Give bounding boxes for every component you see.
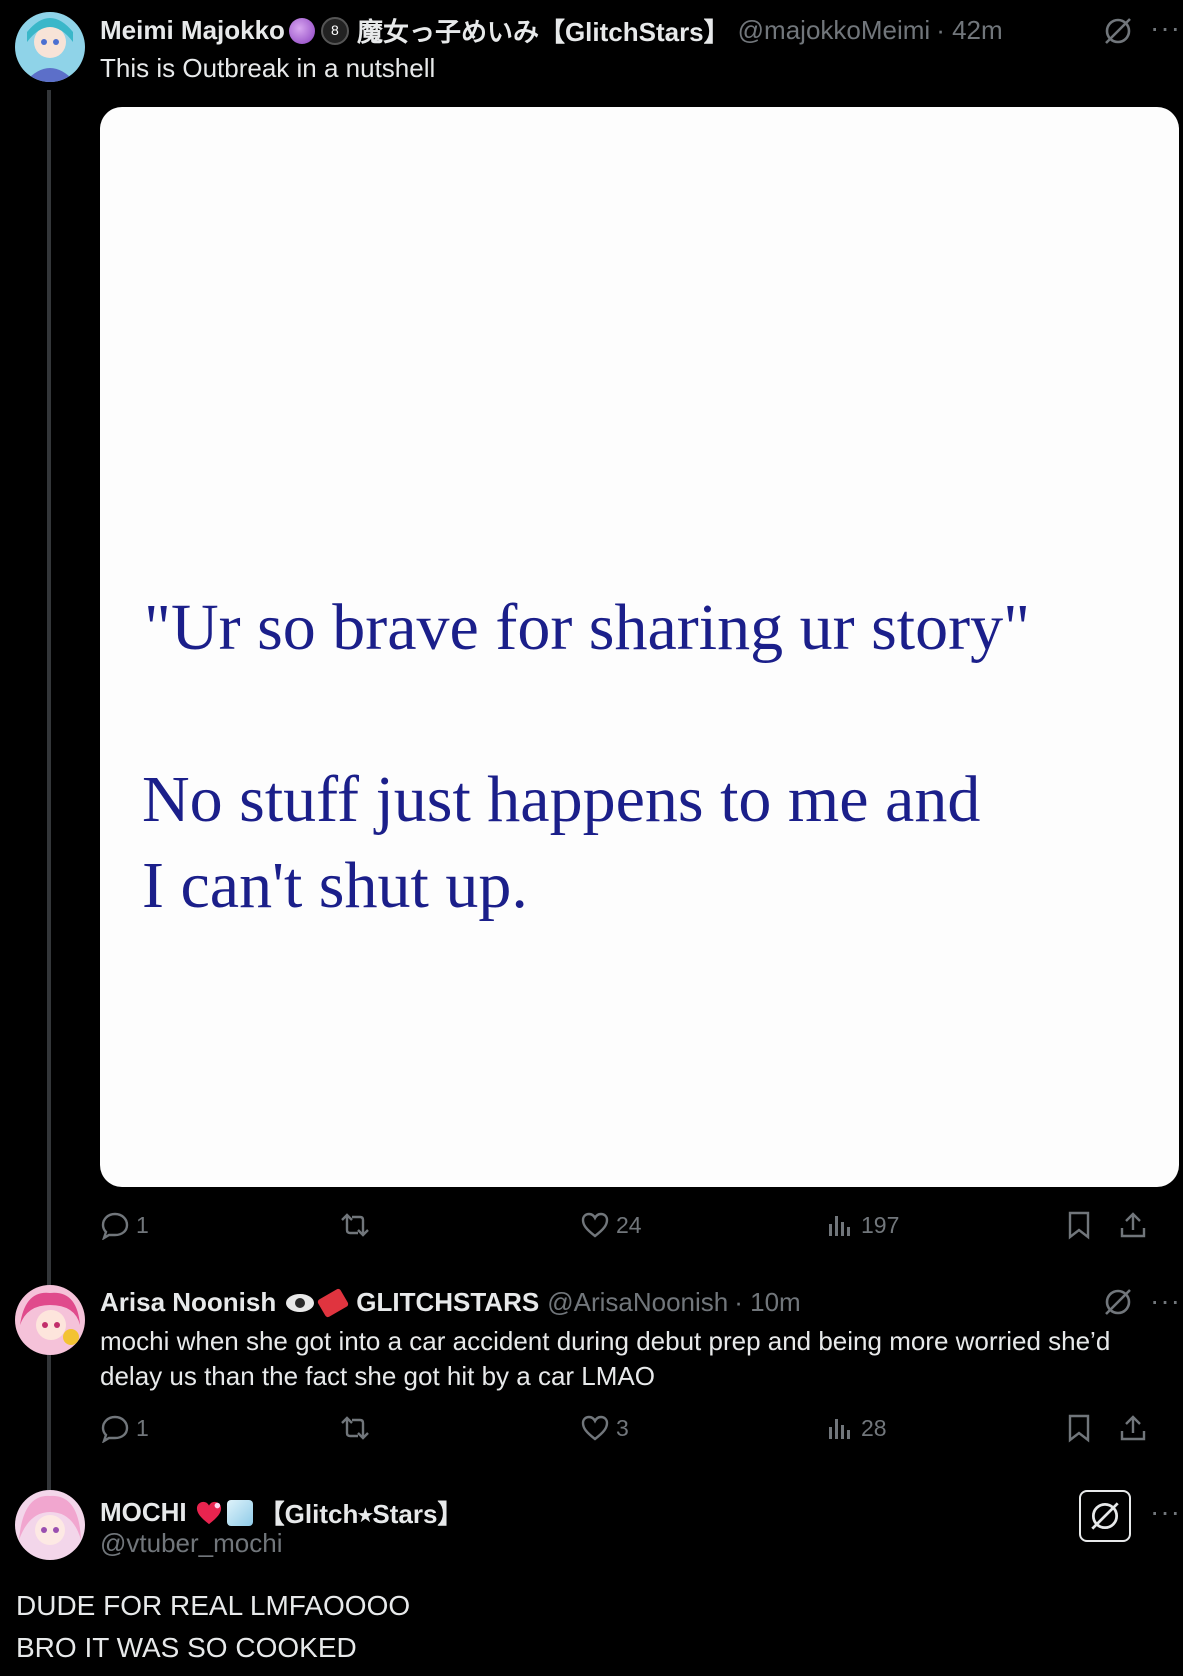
retweet-icon: [341, 1213, 369, 1237]
user-handle[interactable]: @vtuber_mochi: [100, 1526, 282, 1561]
eye-icon: [286, 1293, 315, 1312]
eight-ball-icon: 8: [320, 16, 349, 45]
display-name-suffix[interactable]: GLITCHSTARS: [356, 1287, 539, 1318]
views-button[interactable]: 197: [825, 1210, 899, 1240]
display-name[interactable]: Meimi Majokko: [100, 15, 285, 46]
reply-count: 1: [136, 1211, 149, 1238]
display-name-jp[interactable]: 魔女っ子めいみ【GlitchStars】: [357, 12, 730, 49]
view-count: 28: [861, 1414, 887, 1441]
image-text-line: No stuff just happens to me and: [142, 763, 981, 836]
image-text-line: I can't shut up.: [142, 849, 528, 922]
more-options-icon[interactable]: ···: [1150, 12, 1181, 44]
bookmark-button[interactable]: [1065, 1210, 1099, 1240]
image-text-line: "Ur so brave for sharing ur story": [144, 591, 1031, 664]
tweet-text: DUDE FOR REAL LMFAOOOO BRO IT WAS SO COO…: [16, 1585, 410, 1669]
reply-icon: [101, 1415, 129, 1443]
display-name-suffix[interactable]: 【Glitch⭑Stars】: [259, 1494, 464, 1531]
more-options-icon[interactable]: ···: [1150, 1496, 1181, 1528]
display-name[interactable]: MOCHI: [100, 1497, 187, 1528]
reply-button[interactable]: 1: [100, 1210, 149, 1240]
tweet-text-line: BRO IT WAS SO COOKED: [16, 1632, 357, 1663]
retweet-button[interactable]: [338, 1210, 378, 1240]
heart-icon: [581, 1212, 609, 1238]
tweet-header: Arisa Noonish GLITCHSTARS @ArisaNoonish …: [100, 1287, 801, 1318]
bookmark-button[interactable]: [1065, 1413, 1099, 1443]
view-count: 197: [861, 1211, 900, 1238]
crystal-ball-icon: [288, 17, 315, 44]
like-count: 24: [616, 1211, 642, 1238]
ice-cube-icon: [226, 1499, 253, 1526]
tweet-text: This is Outbreak in a nutshell: [100, 53, 436, 83]
heart-icon: [581, 1415, 609, 1441]
grok-icon[interactable]: [1101, 14, 1135, 48]
avatar[interactable]: [15, 1285, 85, 1355]
share-button[interactable]: [1118, 1413, 1154, 1443]
tweet-header: Meimi Majokko 8 魔女っ子めいみ【GlitchStars】 @ma…: [100, 12, 1003, 49]
reply-button[interactable]: 1: [100, 1413, 149, 1443]
retweet-button[interactable]: [338, 1413, 378, 1443]
thread-line: [47, 90, 51, 1490]
views-icon: [829, 1216, 850, 1236]
display-name[interactable]: Arisa Noonish: [100, 1287, 276, 1318]
tweet-text-line: mochi when she got into a car accident d…: [100, 1326, 1111, 1356]
retweet-icon: [341, 1416, 369, 1440]
avatar[interactable]: [15, 12, 85, 82]
ticket-icon: [316, 1287, 350, 1318]
share-icon: [1120, 1415, 1146, 1441]
bookmark-icon: [1068, 1414, 1090, 1443]
like-button[interactable]: 24: [580, 1210, 642, 1240]
share-icon: [1120, 1212, 1146, 1238]
reply-icon: [101, 1212, 129, 1240]
avatar[interactable]: [15, 1490, 85, 1560]
user-handle[interactable]: @ArisaNoonish: [547, 1287, 728, 1318]
share-button[interactable]: [1118, 1210, 1154, 1240]
like-count: 3: [616, 1414, 629, 1441]
more-options-icon[interactable]: ···: [1150, 1285, 1181, 1317]
tweet-text-line: DUDE FOR REAL LMFAOOOO: [16, 1590, 411, 1621]
tweet-text: mochi when she got into a car accident d…: [100, 1324, 1110, 1394]
action-bar: 1 24 197: [100, 1210, 1150, 1250]
grok-button[interactable]: [1079, 1490, 1131, 1542]
post-time[interactable]: · 10m: [734, 1287, 800, 1318]
tweet-image[interactable]: "Ur so brave for sharing ur story" No st…: [100, 107, 1179, 1187]
views-icon: [829, 1419, 850, 1439]
post-time[interactable]: · 42m: [936, 15, 1002, 46]
reply-count: 1: [136, 1414, 149, 1441]
grok-icon[interactable]: [1101, 1285, 1135, 1319]
bookmark-icon: [1068, 1211, 1090, 1240]
action-bar: 1 3 28: [100, 1413, 1150, 1453]
like-button[interactable]: 3: [580, 1413, 629, 1443]
user-handle[interactable]: @majokkoMeimi: [738, 15, 931, 46]
sparkling-heart-icon: [195, 1500, 223, 1526]
tweet-text-line: delay us than the fact she got hit by a …: [100, 1361, 655, 1391]
views-button[interactable]: 28: [825, 1413, 887, 1443]
grok-icon: [1091, 1502, 1119, 1530]
